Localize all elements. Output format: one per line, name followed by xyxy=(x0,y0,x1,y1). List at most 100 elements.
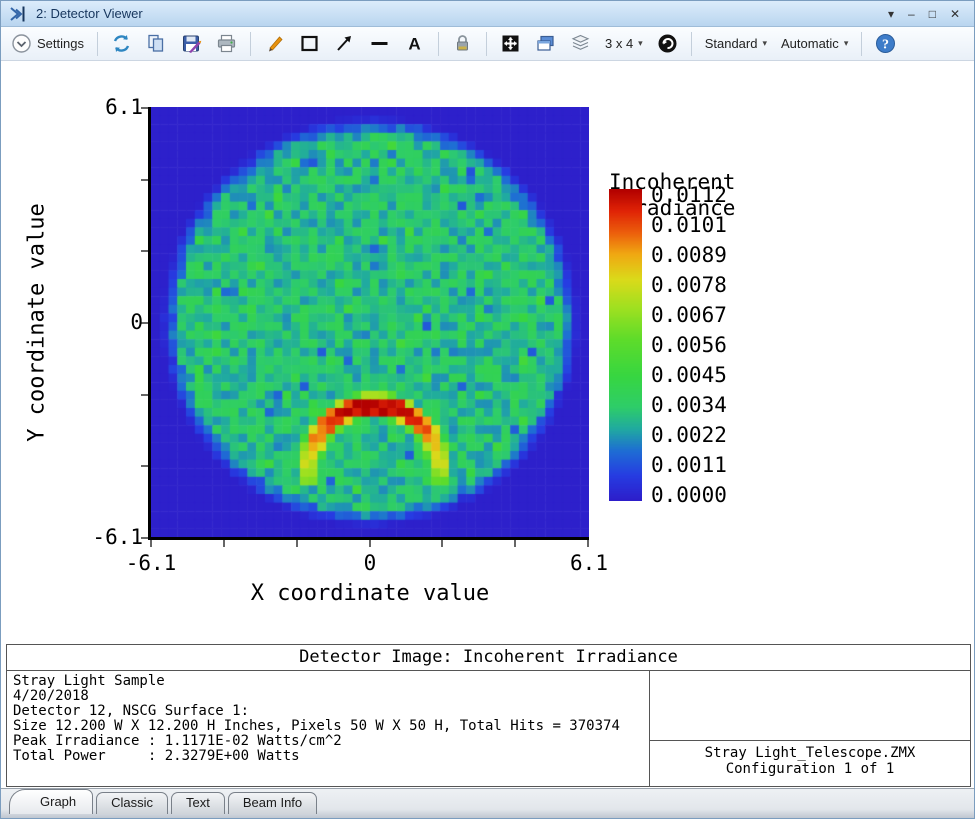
color-mode-label: Automatic xyxy=(781,36,839,51)
x-axis-tick xyxy=(296,540,298,547)
svg-text:A: A xyxy=(408,35,420,54)
refresh-button[interactable] xyxy=(107,30,136,57)
y-axis-line xyxy=(148,107,151,540)
refresh-icon xyxy=(111,33,132,54)
chevron-down-icon: ▾ xyxy=(638,38,643,49)
file-info: Stray Light_Telescope.ZMX Configuration … xyxy=(650,741,970,777)
info-line: Peak Irradiance : 1.1171E-02 Watts/cm^2 xyxy=(13,734,643,749)
legend-tick-label: 0.0022 xyxy=(651,423,727,447)
y-axis-tick xyxy=(141,179,148,181)
legend-tick-label: 0.0034 xyxy=(651,393,727,417)
settings-button[interactable]: Settings xyxy=(7,30,88,57)
x-axis-tick xyxy=(223,540,225,547)
viewer-content: 6.1 0 -6.1 -6.1 0 6.1 X coordinate value… xyxy=(1,61,974,788)
graph-region: 6.1 0 -6.1 -6.1 0 6.1 X coordinate value… xyxy=(1,61,974,644)
info-line: Stray Light Sample xyxy=(13,674,643,689)
legend-colorbar xyxy=(609,189,642,501)
draw-arrow-button[interactable] xyxy=(330,30,359,57)
draw-text-button[interactable]: A xyxy=(400,30,429,57)
cascade-windows-icon xyxy=(535,33,556,54)
window-title: 2: Detector Viewer xyxy=(36,6,888,21)
tab-graph[interactable]: Graph xyxy=(9,789,93,814)
toolbar-separator xyxy=(438,32,439,56)
y-tick-label: 0 xyxy=(59,310,143,334)
color-mode-dropdown[interactable]: Automatic ▾ xyxy=(777,33,852,54)
tab-beam-info[interactable]: Beam Info xyxy=(228,792,317,814)
minimize-button[interactable]: – xyxy=(908,8,915,20)
save-icon xyxy=(181,33,202,54)
detector-viewer-icon xyxy=(9,5,29,23)
info-line: Detector 12, NSCG Surface 1: xyxy=(13,704,643,719)
draw-rectangle-button[interactable] xyxy=(295,30,324,57)
configuration-label: Configuration 1 of 1 xyxy=(650,761,970,777)
layers-icon xyxy=(570,33,591,54)
toolbar-separator xyxy=(861,32,862,56)
help-icon: ? xyxy=(875,33,896,54)
maximize-button[interactable]: □ xyxy=(929,8,936,20)
help-button[interactable]: ? xyxy=(871,30,900,57)
close-button[interactable]: ✕ xyxy=(950,8,960,20)
layers-button[interactable] xyxy=(566,30,595,57)
toolbar-separator xyxy=(97,32,98,56)
legend-tick-label: 0.0056 xyxy=(651,333,727,357)
legend-tick-label: 0.0045 xyxy=(651,363,727,387)
x-axis-tick xyxy=(441,540,443,547)
lock-button[interactable] xyxy=(448,30,477,57)
info-panel-title: Detector Image: Incoherent Irradiance xyxy=(7,645,970,671)
x-axis-tick xyxy=(514,540,516,547)
info-line: 4/20/2018 xyxy=(13,689,643,704)
x-axis-tick xyxy=(587,540,589,547)
info-line: Total Power : 2.3279E+00 Watts xyxy=(13,749,643,764)
x-axis-tick xyxy=(369,540,371,547)
legend-tick-label: 0.0067 xyxy=(651,303,727,327)
titlebar[interactable]: 2: Detector Viewer ▾ – □ ✕ xyxy=(1,1,974,27)
x-tick-label: 6.1 xyxy=(570,551,608,575)
toolbar-separator xyxy=(250,32,251,56)
draw-pencil-button[interactable] xyxy=(260,30,289,57)
info-panel-right: Stray Light_Telescope.ZMX Configuration … xyxy=(650,671,970,786)
fit-window-icon xyxy=(500,33,521,54)
scale-mode-dropdown[interactable]: Standard ▾ xyxy=(701,33,771,54)
legend-tick-label: 0.0000 xyxy=(651,483,727,507)
y-axis-title-box: Y coordinate value xyxy=(15,107,59,537)
x-tick-label: -6.1 xyxy=(126,551,177,575)
x-tick-label: 0 xyxy=(364,551,377,575)
cascade-windows-button[interactable] xyxy=(531,30,560,57)
grid-size-label: 3 x 4 xyxy=(605,36,633,51)
copy-icon xyxy=(146,33,167,54)
y-axis-tick xyxy=(141,250,148,252)
draw-line-button[interactable] xyxy=(365,30,394,57)
toolbar: Settings xyxy=(1,27,974,61)
arrow-icon xyxy=(334,33,355,54)
settings-chevron-icon xyxy=(11,33,32,54)
legend-tick-label: 0.0089 xyxy=(651,243,727,267)
info-panel: Detector Image: Incoherent Irradiance St… xyxy=(6,644,971,787)
view-tabbar: GraphClassicTextBeam Info xyxy=(1,788,974,818)
line-icon xyxy=(369,33,390,54)
chevron-down-icon: ▾ xyxy=(844,38,849,49)
toolbar-separator xyxy=(691,32,692,56)
save-button[interactable] xyxy=(177,30,206,57)
window-menu-button[interactable]: ▾ xyxy=(888,8,894,20)
toolbar-separator xyxy=(486,32,487,56)
reset-rotation-icon xyxy=(657,33,678,54)
svg-text:?: ? xyxy=(882,38,889,53)
legend-tick-label: 0.0011 xyxy=(651,453,727,477)
print-button[interactable] xyxy=(212,30,241,57)
reset-rotation-button[interactable] xyxy=(653,30,682,57)
y-axis-tick xyxy=(141,394,148,396)
info-panel-empty-cell xyxy=(650,671,970,741)
grid-size-dropdown[interactable]: 3 x 4 ▾ xyxy=(601,33,647,54)
fit-window-button[interactable] xyxy=(496,30,525,57)
legend-tick-label: 0.0078 xyxy=(651,273,727,297)
pencil-icon xyxy=(264,33,285,54)
y-tick-label: -6.1 xyxy=(59,525,143,549)
copy-button[interactable] xyxy=(142,30,171,57)
x-axis-tick xyxy=(150,540,152,547)
tab-classic[interactable]: Classic xyxy=(96,792,168,814)
y-axis-tick xyxy=(141,465,148,467)
tab-text[interactable]: Text xyxy=(171,792,225,814)
irradiance-heatmap xyxy=(151,107,589,537)
lock-icon xyxy=(452,33,473,54)
file-name: Stray Light_Telescope.ZMX xyxy=(650,745,970,761)
